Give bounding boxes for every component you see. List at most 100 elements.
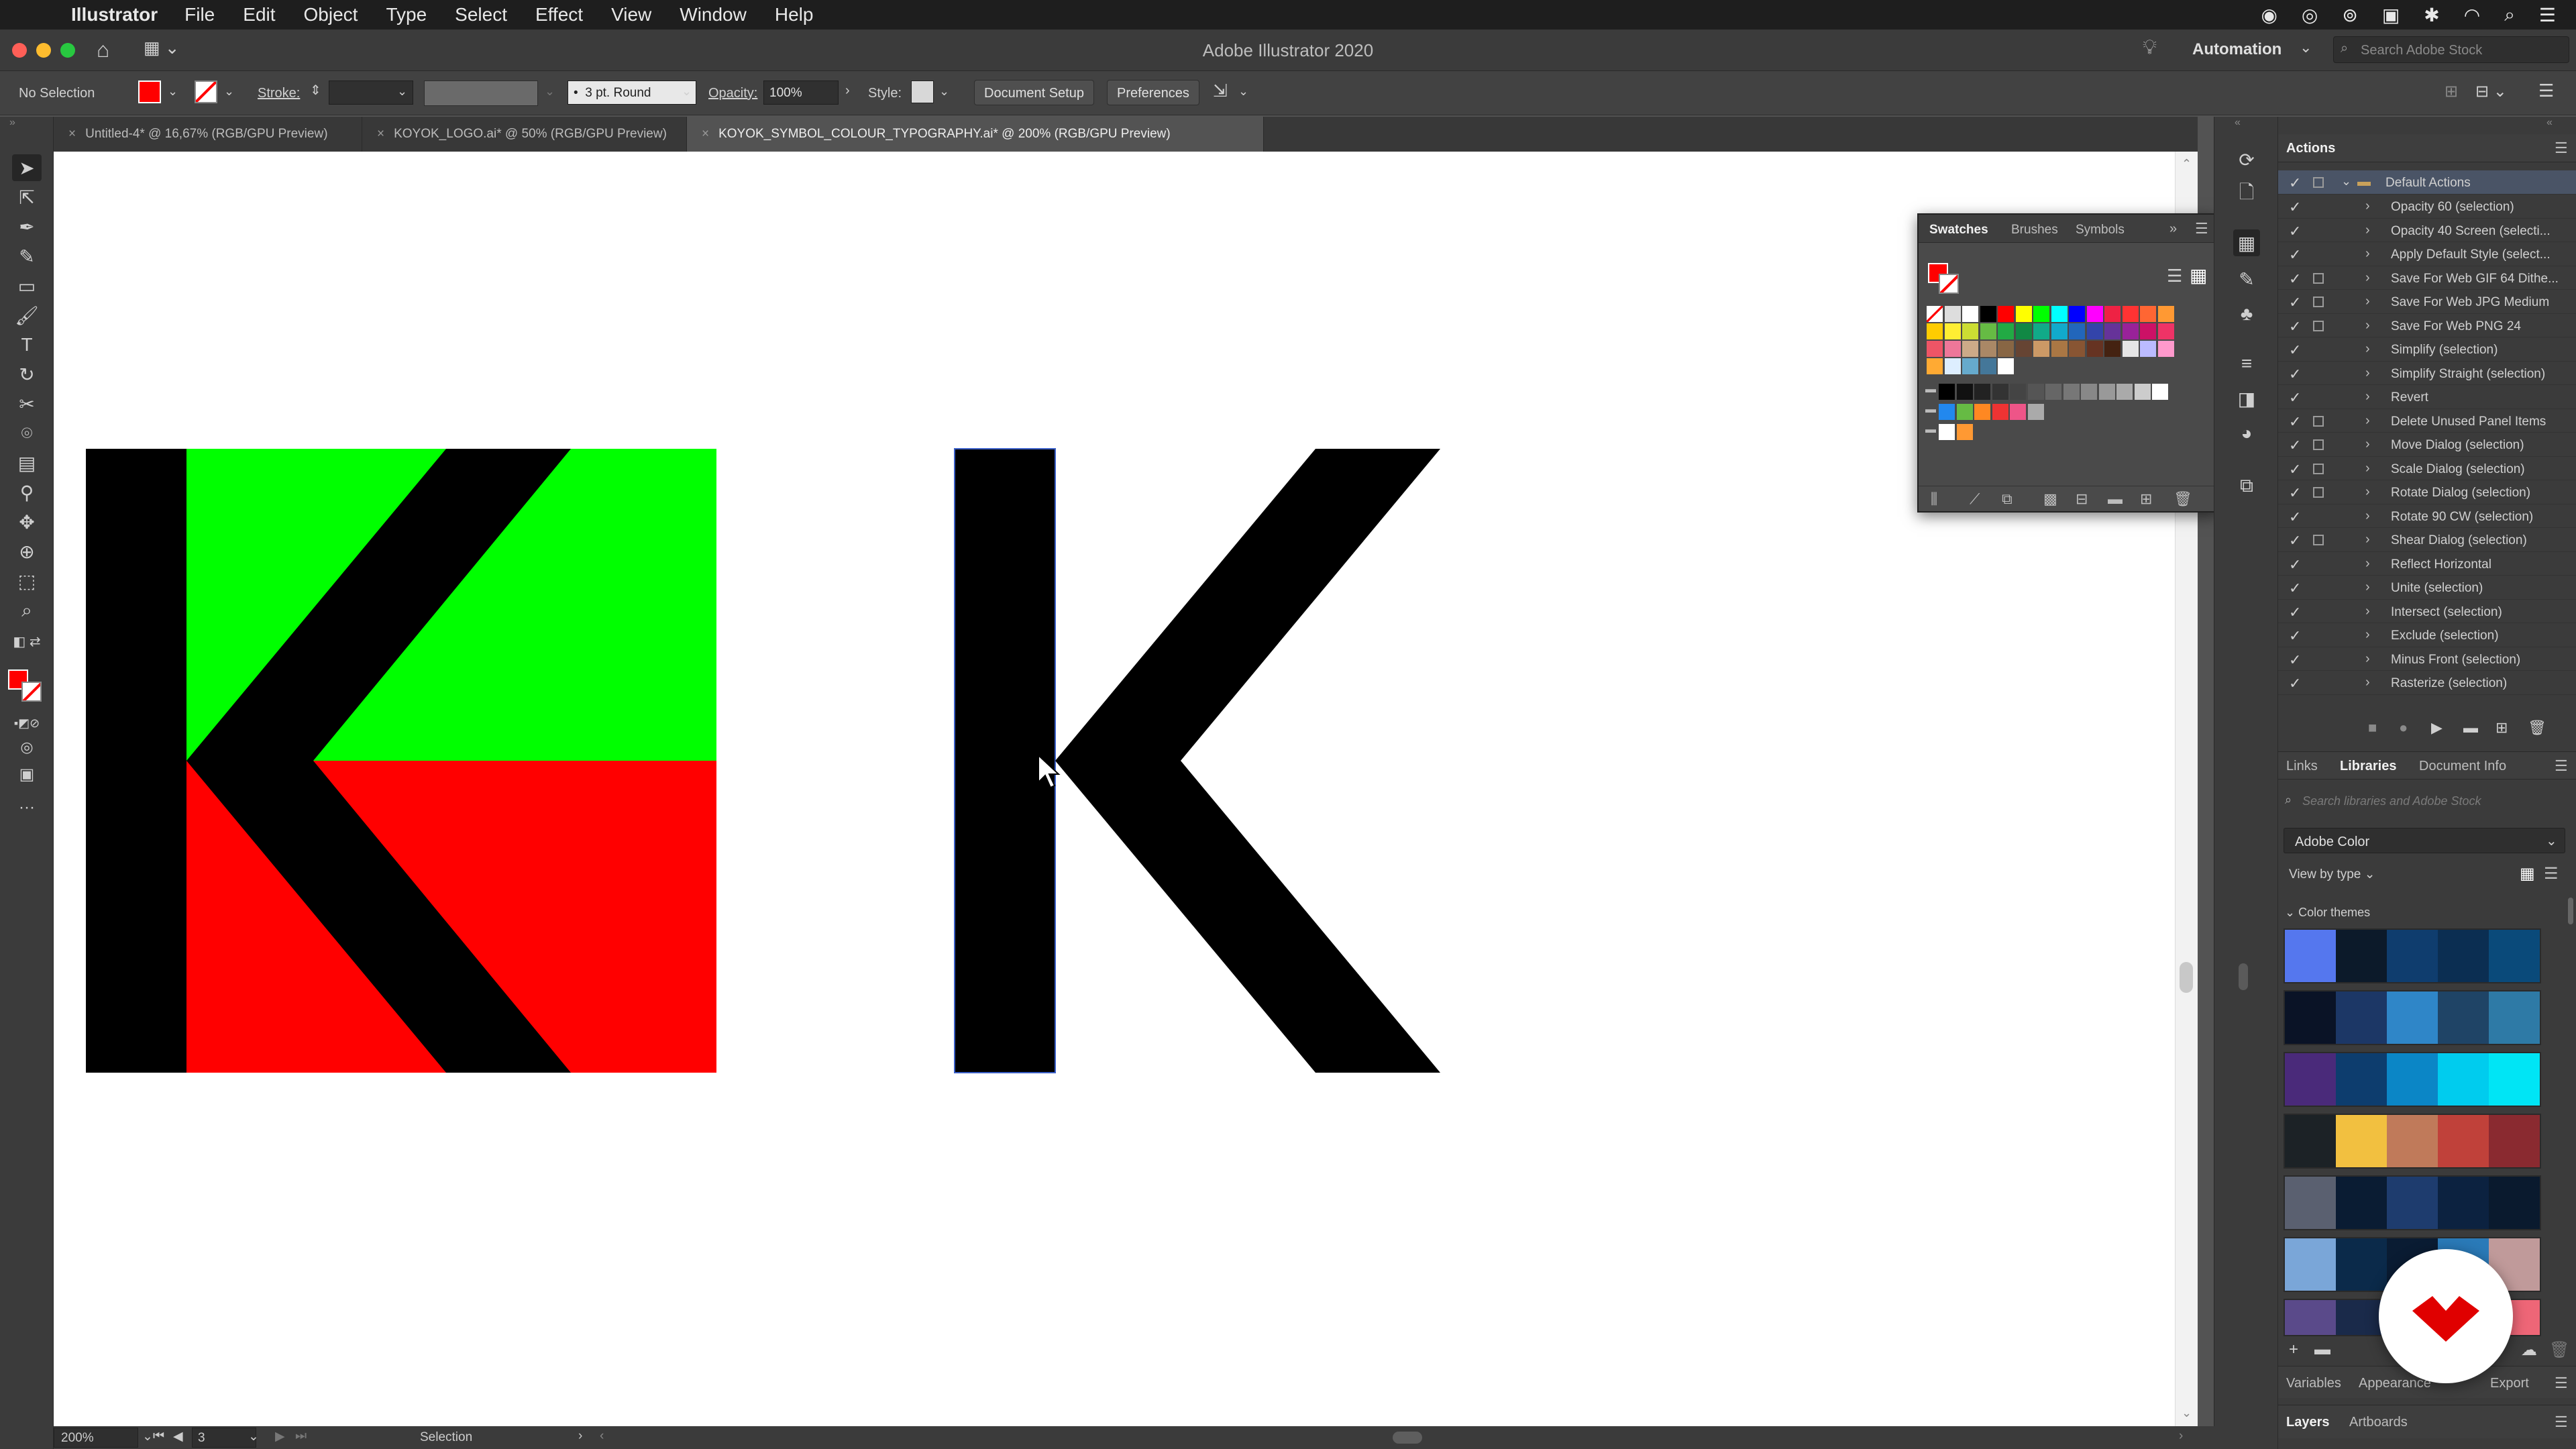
expand-icon[interactable]: » — [2169, 221, 2177, 237]
action-row[interactable]: ✓ › Shear Dialog (selection) — [2278, 528, 2576, 552]
swatch[interactable] — [2015, 323, 2032, 339]
swatch[interactable] — [2063, 384, 2080, 400]
chevron-down-icon[interactable]: ⌄ — [545, 85, 555, 99]
swatch[interactable] — [1927, 323, 1943, 339]
tab-brushes[interactable]: Brushes — [2011, 223, 2058, 237]
edit-toolbar-icon[interactable]: ··· — [12, 794, 42, 821]
swatch[interactable] — [1980, 323, 1996, 339]
check-icon[interactable]: ✓ — [2289, 174, 2301, 192]
screen-mode-icon[interactable]: ▣ — [12, 761, 42, 788]
action-row[interactable]: ✓ › Exclude (selection) — [2278, 623, 2576, 647]
swatch[interactable] — [2010, 404, 2026, 420]
stroke-swatch[interactable] — [1939, 274, 1959, 294]
action-row[interactable]: ✓ › Revert — [2278, 385, 2576, 409]
swatch[interactable] — [2122, 323, 2139, 339]
panel-menu-icon[interactable]: ☰ — [2555, 140, 2568, 157]
transparency-panel-icon[interactable]: ◕ — [2233, 420, 2260, 447]
tab-artboards[interactable]: Artboards — [2349, 1415, 2408, 1430]
swatch-kind-icon[interactable]: ⟋ — [1970, 490, 1980, 508]
check-icon[interactable]: ✓ — [2289, 270, 2301, 288]
swatch[interactable] — [1956, 404, 1973, 420]
menu-file[interactable]: File — [184, 4, 215, 25]
libraries-search[interactable]: ⌕ Search libraries and Adobe Stock — [2284, 789, 2565, 813]
swatch[interactable] — [2027, 404, 2044, 420]
bluetooth-icon[interactable]: ✱ — [2424, 4, 2439, 26]
swatch[interactable] — [1992, 404, 2008, 420]
action-row[interactable]: ✓ › Opacity 60 (selection) — [2278, 195, 2576, 219]
action-row[interactable]: ✓ › Save For Web JPG Medium — [2278, 290, 2576, 314]
swatch[interactable] — [2086, 306, 2103, 322]
check-icon[interactable]: ✓ — [2289, 484, 2301, 502]
pen-tool-icon[interactable]: ✒ — [12, 213, 42, 240]
swatch[interactable] — [1998, 323, 2014, 339]
dialog-toggle-icon[interactable] — [2313, 320, 2324, 331]
app-menu[interactable]: Illustrator — [71, 4, 158, 25]
swatch[interactable] — [1980, 358, 1996, 374]
gradient-panel-icon[interactable]: ◨ — [2233, 385, 2260, 412]
dialog-toggle-icon[interactable] — [2313, 415, 2324, 427]
check-icon[interactable]: ✓ — [2289, 532, 2301, 549]
swatch[interactable] — [1956, 424, 1973, 440]
chevron-right-icon[interactable]: › — [2365, 508, 2370, 524]
swatch[interactable] — [2134, 384, 2151, 400]
menu-window[interactable]: Window — [680, 4, 747, 25]
color-theme[interactable] — [2284, 1114, 2541, 1169]
play-icon[interactable]: ▶ — [2431, 719, 2443, 737]
chevron-right-icon[interactable]: › — [2365, 675, 2370, 690]
record-icon[interactable]: ◉ — [2261, 4, 2277, 26]
variable-width-profile[interactable] — [424, 80, 538, 106]
swatch[interactable] — [2015, 341, 2032, 357]
check-icon[interactable]: ✓ — [2289, 294, 2301, 311]
swatch[interactable] — [2027, 384, 2044, 400]
check-icon[interactable]: ✓ — [2289, 461, 2301, 478]
swatches-panel-icon[interactable]: ▦ — [2233, 229, 2260, 256]
close-icon[interactable]: × — [68, 127, 76, 141]
swatch[interactable] — [2069, 306, 2085, 322]
swatch[interactable] — [1944, 323, 1961, 339]
artboard-tool-icon[interactable]: ⬚ — [12, 568, 42, 594]
brushes-panel-icon[interactable]: ✎ — [2233, 266, 2260, 292]
swatch[interactable] — [1927, 306, 1943, 322]
chevron-up-icon[interactable]: ⌃ — [2182, 157, 2192, 171]
curvature-tool-icon[interactable]: ✎ — [12, 243, 42, 270]
transform-icon[interactable]: ⊟ ⌄ — [2475, 82, 2507, 101]
dialog-toggle-icon[interactable] — [2313, 439, 2324, 450]
swatch[interactable] — [1998, 341, 2014, 357]
chevron-right-icon[interactable]: › — [2365, 651, 2370, 667]
record-icon[interactable]: ● — [2399, 719, 2408, 737]
check-icon[interactable]: ✓ — [2289, 341, 2301, 359]
check-icon[interactable]: ✓ — [2289, 604, 2301, 621]
tab-swatches[interactable]: Swatches — [1929, 223, 1988, 237]
chevron-right-icon[interactable]: › — [845, 83, 850, 99]
previous-artboard-icon[interactable]: ◀ — [173, 1429, 183, 1444]
symbols-panel-icon[interactable]: ♣ — [2233, 301, 2260, 327]
stroke-swatch[interactable] — [21, 682, 42, 702]
search-icon[interactable]: ⌕ — [2504, 4, 2515, 26]
k-stem-left[interactable] — [86, 449, 186, 1073]
swatch[interactable] — [1974, 404, 1990, 420]
swatch[interactable] — [2081, 384, 2097, 400]
chevron-down-icon[interactable]: ⌄ — [224, 85, 234, 99]
paintbrush-tool-icon[interactable]: 🖌︎ — [12, 302, 42, 329]
chevron-right-icon[interactable]: › — [2365, 199, 2370, 214]
lightbulb-icon[interactable]: 💡︎ — [2143, 36, 2157, 59]
chevron-down-icon[interactable]: ⌄ — [248, 1429, 259, 1444]
list-view-icon[interactable]: ☰ — [2167, 266, 2182, 286]
chevron-right-icon[interactable]: › — [2365, 556, 2370, 572]
chevron-down-icon[interactable]: ⌄ — [939, 85, 949, 99]
document-panel-icon[interactable]: 🗋︎ — [2233, 181, 2260, 208]
check-icon[interactable]: ✓ — [2289, 246, 2301, 264]
align-icon[interactable]: ⊞ — [2445, 82, 2458, 101]
brush-definition[interactable]: • 3 pt. Round — [568, 80, 696, 105]
swatch-options-icon[interactable]: ⧉ — [2002, 490, 2012, 508]
panel-menu-icon[interactable]: ☰ — [2538, 80, 2554, 101]
eyedropper-tool-icon[interactable]: ⚲ — [12, 479, 42, 506]
action-row[interactable]: ✓ › Scale Dialog (selection) — [2278, 457, 2576, 480]
chevron-down-icon[interactable]: ⌄ — [397, 85, 407, 99]
swatch[interactable] — [2116, 384, 2133, 400]
control-center-icon[interactable]: ☰ — [2539, 4, 2556, 26]
swatch[interactable] — [1927, 341, 1943, 357]
grid-view-icon[interactable]: ▦ — [2520, 864, 2535, 883]
chevron-left-icon[interactable]: ‹ — [600, 1429, 604, 1444]
swatch[interactable] — [1944, 341, 1961, 357]
